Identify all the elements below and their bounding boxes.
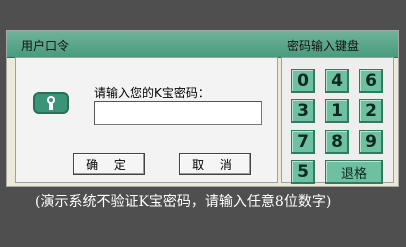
password-prompt-label: 请输入您的K宝密码： [94, 86, 210, 100]
key-4[interactable]: 4 [325, 69, 349, 93]
screen: 用户口令 密码输入键盘 请输入您的K宝密码： 确 定 取 消 0 4 6 3 1… [0, 0, 406, 247]
demo-note: (演示系统不验证K宝密码，请输入任意8位数字) [35, 194, 332, 210]
title-bar: 用户口令 密码输入键盘 [7, 31, 398, 58]
key-0[interactable]: 0 [291, 69, 315, 93]
key-8[interactable]: 8 [325, 130, 349, 154]
keypad-title: 密码输入键盘 [287, 39, 360, 53]
numeric-keypad: 0 4 6 3 1 2 7 8 9 5 退格 [281, 57, 394, 184]
key-2[interactable]: 2 [359, 99, 383, 123]
key-9[interactable]: 9 [359, 130, 383, 154]
key-6[interactable]: 6 [359, 69, 383, 93]
password-dialog: 请输入您的K宝密码： 确 定 取 消 [15, 57, 278, 183]
key-5[interactable]: 5 [291, 160, 315, 184]
window-title: 用户口令 [21, 39, 70, 53]
key-3[interactable]: 3 [291, 99, 315, 123]
usb-key-icon [33, 92, 69, 114]
backspace-button[interactable]: 退格 [325, 160, 383, 184]
password-window: 用户口令 密码输入键盘 请输入您的K宝密码： 确 定 取 消 0 4 6 3 1… [6, 30, 399, 187]
cancel-button[interactable]: 取 消 [179, 153, 251, 175]
ok-button[interactable]: 确 定 [73, 153, 145, 175]
password-input[interactable] [94, 101, 262, 125]
key-1[interactable]: 1 [325, 99, 349, 123]
key-7[interactable]: 7 [291, 130, 315, 154]
